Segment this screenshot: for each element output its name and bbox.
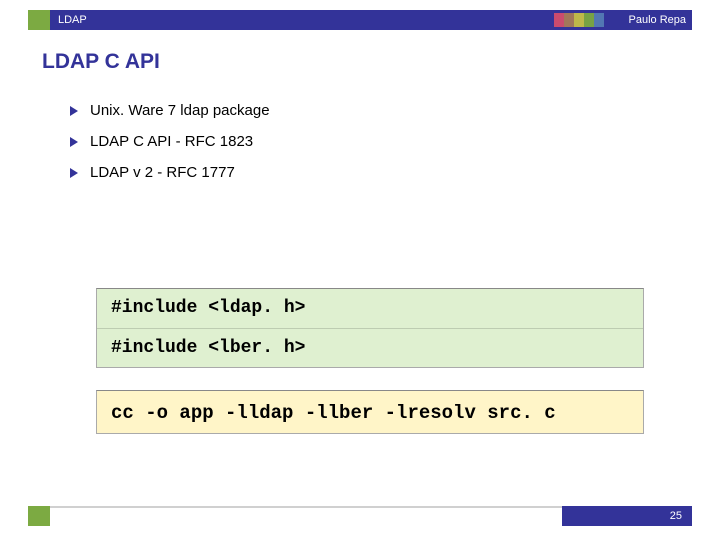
bullet-text: LDAP C API - RFC 1823	[90, 133, 253, 150]
bullet-text: LDAP v 2 - RFC 1777	[90, 164, 235, 181]
list-item: Unix. Ware 7 ldap package	[68, 102, 680, 119]
slide-title: LDAP C API	[42, 50, 160, 74]
bullet-list: Unix. Ware 7 ldap package LDAP C API - R…	[68, 102, 680, 195]
code-line: #include <lber. h>	[97, 328, 643, 367]
header-accent	[28, 10, 50, 30]
code-line: #include <ldap. h>	[97, 289, 643, 328]
slide: LDAP Paulo Repa LDAP C API Unix. Ware 7 …	[0, 0, 720, 540]
bullet-text: Unix. Ware 7 ldap package	[90, 102, 270, 119]
include-code-block: #include <ldap. h> #include <lber. h>	[96, 288, 644, 368]
header-tag: LDAP	[58, 10, 87, 30]
bullet-arrow-icon	[68, 105, 80, 117]
bullet-arrow-icon	[68, 167, 80, 179]
list-item: LDAP v 2 - RFC 1777	[68, 164, 680, 181]
header-author: Paulo Repa	[629, 10, 687, 30]
page-number: 25	[670, 506, 682, 526]
list-item: LDAP C API - RFC 1823	[68, 133, 680, 150]
compile-code-block: cc -o app -lldap -llber -lresolv src. c	[96, 390, 644, 434]
bullet-arrow-icon	[68, 136, 80, 148]
header-color-strip	[554, 13, 604, 27]
header-bar: LDAP Paulo Repa	[28, 10, 692, 30]
footer-bar: 25	[28, 506, 692, 526]
footer-accent	[28, 506, 50, 526]
